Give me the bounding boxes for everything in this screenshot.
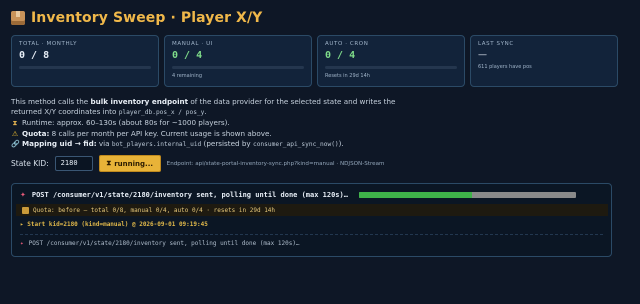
quota-text: 8 calls per month per API key. Current u… bbox=[49, 128, 272, 138]
text-bold: bulk inventory endpoint bbox=[90, 97, 189, 106]
hourglass-icon: ⧗ bbox=[106, 159, 112, 168]
poll-progress-bar bbox=[358, 192, 576, 198]
log-quota-text: Quota: before — total 0/8, manual 0/4, a… bbox=[33, 206, 276, 214]
run-button[interactable]: ⧗ running... bbox=[98, 155, 161, 173]
log-row-post-2: ✦ POST /consumer/v1/state/2180/inventory… bbox=[20, 240, 603, 247]
card-label: TOTAL · MONTHLY bbox=[19, 41, 78, 47]
page-title: Inventory Sweep · Player X/Y bbox=[31, 10, 263, 26]
hourglass-icon: ⧗ bbox=[12, 119, 18, 128]
card-manual-ui: MANUAL · UI 0 / 4 4 remaining bbox=[164, 35, 312, 87]
link-icon: 🔗 bbox=[11, 140, 20, 149]
text: (persisted by bbox=[201, 138, 253, 148]
quota-cards: TOTAL · MONTHLY 0 / 8 MANUAL · UI 0 / 4 … bbox=[11, 35, 630, 87]
inventory-sweep-page: Inventory Sweep · Player X/Y TOTAL · MON… bbox=[0, 0, 640, 304]
card-label: LAST SYNC bbox=[478, 41, 514, 47]
text: returned X/Y coordinates into bbox=[11, 107, 119, 117]
log-console: ✦ POST /consumer/v1/state/2180/inventory… bbox=[11, 183, 612, 257]
text: via bbox=[96, 138, 112, 148]
package-box-icon bbox=[11, 11, 25, 25]
log-quota-row: Quota: before — total 0/8, manual 0/4, a… bbox=[16, 204, 608, 216]
page-header: Inventory Sweep · Player X/Y bbox=[11, 8, 630, 28]
card-auto-cron: AUTO · CRON 0 / 4 Resets in 29d 14h bbox=[317, 35, 465, 87]
warning-icon: ⚠ bbox=[11, 129, 19, 138]
card-value: 0 / 4 bbox=[172, 50, 203, 61]
pushpin-icon: ✦ bbox=[20, 240, 24, 247]
card-label: AUTO · CRON bbox=[325, 41, 369, 47]
kid-input[interactable]: 2180 bbox=[54, 156, 93, 172]
chart-icon bbox=[22, 206, 29, 214]
card-label: MANUAL · UI bbox=[172, 41, 213, 47]
mapping-label: Mapping uid → fid: bbox=[22, 138, 97, 148]
log-row-post: ✦ POST /consumer/v1/state/2180/inventory… bbox=[20, 189, 603, 201]
card-total-monthly: TOTAL · MONTHLY 0 / 8 bbox=[11, 35, 159, 87]
log-post-text-2: POST /consumer/v1/state/2180/inventory s… bbox=[28, 240, 300, 247]
pushpin-icon: ✦ bbox=[20, 191, 26, 199]
quota-line: ⚠ Quota: 8 calls per month per API key. … bbox=[11, 129, 411, 139]
card-sub: 611 players have pos bbox=[478, 64, 532, 70]
card-value: 0 / 8 bbox=[19, 50, 50, 61]
run-button-label: running... bbox=[114, 159, 154, 168]
kid-label: State KID: bbox=[11, 159, 49, 169]
divider bbox=[20, 234, 603, 235]
card-progress-bar bbox=[19, 66, 151, 69]
card-sub: Resets in 29d 14h bbox=[325, 73, 370, 79]
code-text: player_db.pos_x / pos_y bbox=[118, 109, 205, 117]
code-text: bot_players.internal_uid bbox=[111, 140, 202, 148]
endpoint-text: Endpoint: api/state-portal-inventory-syn… bbox=[166, 160, 385, 167]
text: This method calls the bbox=[11, 97, 91, 106]
description: This method calls the bulk inventory end… bbox=[11, 97, 411, 150]
text: . bbox=[204, 107, 207, 117]
text: ). bbox=[338, 138, 344, 148]
log-post-text: POST /consumer/v1/state/2180/inventory s… bbox=[31, 191, 348, 199]
controls-row: State KID: 2180 ⧗ running... Endpoint: a… bbox=[11, 155, 630, 173]
card-value: — bbox=[478, 50, 487, 60]
log-start-line: ▸ Start kid=2180 (kind=manual) @ 2026-09… bbox=[20, 221, 208, 228]
mapping-line: 🔗 Mapping uid → fid: via bot_players.int… bbox=[11, 139, 411, 150]
card-sub: 4 remaining bbox=[172, 73, 203, 79]
runtime-line: ⧗ Runtime: approx. 60–130s (about 80s fo… bbox=[11, 118, 411, 128]
text: of the data provider for the selected st… bbox=[188, 97, 396, 106]
card-last-sync: LAST SYNC — 611 players have pos bbox=[470, 35, 618, 87]
poll-progress-fill bbox=[358, 192, 472, 198]
runtime-text: Runtime: approx. 60–130s (about 80s for … bbox=[22, 118, 230, 128]
quota-label: Quota: bbox=[22, 128, 50, 138]
description-line-1: This method calls the bulk inventory end… bbox=[11, 97, 411, 107]
card-progress-bar bbox=[325, 66, 457, 69]
card-progress-bar bbox=[172, 66, 304, 69]
code-text: consumer_api_sync_now() bbox=[252, 140, 339, 148]
description-line-2: returned X/Y coordinates into player_db.… bbox=[11, 107, 411, 118]
card-value: 0 / 4 bbox=[325, 50, 356, 61]
